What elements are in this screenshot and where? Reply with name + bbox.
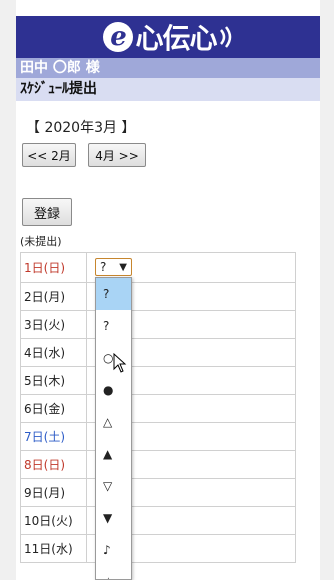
header-banner: e 心伝心 (16, 16, 320, 58)
table-row: 11日(水) (20, 534, 297, 563)
table-row: 7日(土) (20, 422, 297, 451)
dropdown-option[interactable]: ? (96, 310, 131, 342)
table-row: 1日(日) (20, 252, 297, 283)
dropdown-option[interactable]: ▲ (96, 438, 131, 470)
table-row: 9日(月) (20, 478, 297, 507)
table-row: 4日(水) (20, 338, 297, 367)
date-cell: 9日(月) (20, 478, 87, 507)
dropdown-option[interactable]: ☆ (96, 566, 131, 579)
dropdown-option[interactable]: ● (96, 374, 131, 406)
logo-text: 心伝心 (135, 22, 217, 55)
date-cell: 10日(火) (20, 506, 87, 535)
table-row: 10日(火) (20, 506, 297, 535)
signal-wave-icon (219, 26, 231, 48)
dropdown-option[interactable]: ▼ (96, 502, 131, 534)
date-cell: 8日(日) (20, 450, 87, 479)
date-cell: 4日(水) (20, 338, 87, 367)
table-row: 2日(月) (20, 282, 297, 311)
dropdown-option[interactable]: ▽ (96, 470, 131, 502)
prev-month-button[interactable]: << 2月 (22, 143, 76, 167)
triangle-down-icon: ▼ (119, 261, 127, 273)
window-frame-left (0, 0, 16, 580)
date-cell: 2日(月) (20, 282, 87, 311)
schedule-select[interactable]: ? ▼ (95, 258, 132, 276)
date-cell: 11日(水) (20, 534, 87, 563)
schedule-table: 1日(日) 2日(月) 3日(火) 4日(水) 5日(木) 6日(金) 7日(土… (20, 252, 297, 563)
date-cell: 7日(土) (20, 422, 87, 451)
date-cell: 1日(日) (20, 252, 87, 283)
next-month-button[interactable]: 4月 >> (88, 143, 146, 167)
table-row: 6日(金) (20, 394, 297, 423)
select-value: ? (100, 260, 107, 274)
table-row: 3日(火) (20, 310, 297, 339)
date-cell: 6日(金) (20, 394, 87, 423)
user-name-bar: 田中 〇郎 様 (16, 58, 320, 78)
date-cell: 5日(木) (20, 366, 87, 395)
mouse-pointer-icon (113, 353, 127, 373)
window-frame-right (320, 0, 334, 580)
dropdown-option[interactable]: ♪ (96, 534, 131, 566)
table-row: 5日(木) (20, 366, 297, 395)
date-cell: 3日(火) (20, 310, 87, 339)
table-row: 8日(日) (20, 450, 297, 479)
dropdown-option[interactable]: △ (96, 406, 131, 438)
current-month-title: 【 2020年3月 】 (26, 120, 136, 136)
submission-status: (未提出) (20, 235, 62, 248)
logo-e-mark: e (103, 22, 134, 52)
register-button[interactable]: 登録 (22, 198, 72, 226)
app-logo: e 心伝心 (103, 17, 232, 57)
select-dropdown-list: ? ? ○ ● △ ▲ ▽ ▼ ♪ ☆ (95, 277, 132, 580)
page-title: ｽｹｼﾞｭｰﾙ提出 (16, 78, 320, 101)
dropdown-option[interactable]: ? (96, 278, 131, 310)
